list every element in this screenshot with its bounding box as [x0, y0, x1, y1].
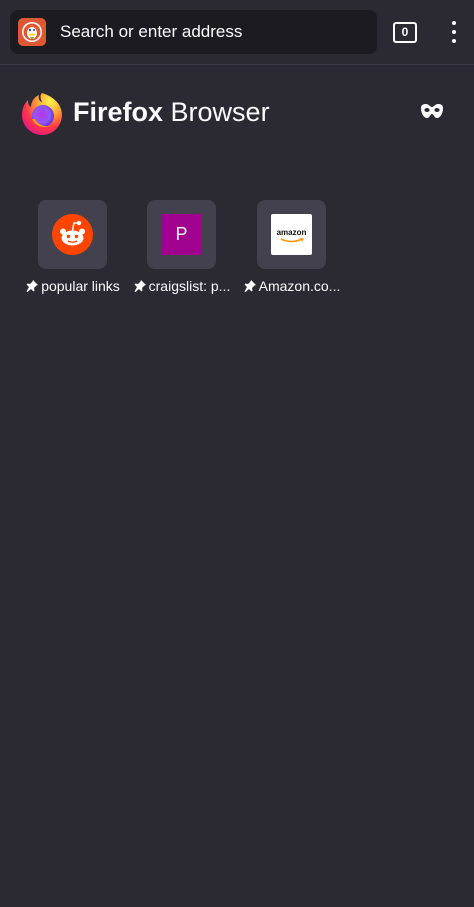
firefox-wordmark: Firefox Browser	[18, 88, 278, 138]
top-site-amazon[interactable]: amazon Amazon.co...	[237, 200, 347, 300]
browser-toolbar: Search or enter address 0	[0, 0, 474, 65]
kebab-menu-icon[interactable]	[442, 18, 466, 46]
tab-counter-button[interactable]: 0	[393, 22, 417, 43]
top-site-label: popular links	[18, 278, 128, 295]
top-sites: popular links P craigslist: p... amazon …	[0, 200, 474, 310]
duckduckgo-icon[interactable]	[18, 18, 46, 46]
brand-title-bold: Firefox	[73, 97, 164, 127]
top-site-label-text: popular links	[41, 278, 120, 294]
brand-title-light: Browser	[163, 97, 270, 127]
top-site-tile[interactable]	[38, 200, 107, 269]
top-site-label: craigslist: p...	[127, 278, 237, 295]
home-page: Search or enter address 0 Firefox Browse…	[0, 0, 474, 907]
firefox-logo-icon	[22, 93, 62, 135]
amazon-smile-icon	[280, 238, 304, 243]
amazon-icon: amazon	[271, 214, 312, 255]
pin-icon	[26, 280, 39, 292]
pin-icon	[134, 280, 146, 292]
address-bar[interactable]: Search or enter address	[10, 10, 377, 54]
pin-icon	[244, 280, 256, 292]
top-site-tile[interactable]: amazon	[257, 200, 326, 269]
top-site-label-text: craigslist: p...	[148, 278, 231, 294]
amazon-logo-text: amazon	[276, 228, 307, 237]
top-site-craigslist[interactable]: P craigslist: p...	[127, 200, 237, 300]
top-site-label: Amazon.co...	[237, 278, 347, 295]
private-mask-icon[interactable]	[418, 100, 446, 124]
top-site-reddit[interactable]: popular links	[18, 200, 128, 300]
brand-title: Firefox Browser	[73, 96, 270, 128]
address-placeholder[interactable]: Search or enter address	[60, 22, 242, 42]
top-site-tile[interactable]: P	[147, 200, 216, 269]
top-site-label-text: Amazon.co...	[258, 278, 341, 294]
reddit-icon	[52, 214, 93, 255]
letter-tile-icon: P	[161, 214, 202, 255]
